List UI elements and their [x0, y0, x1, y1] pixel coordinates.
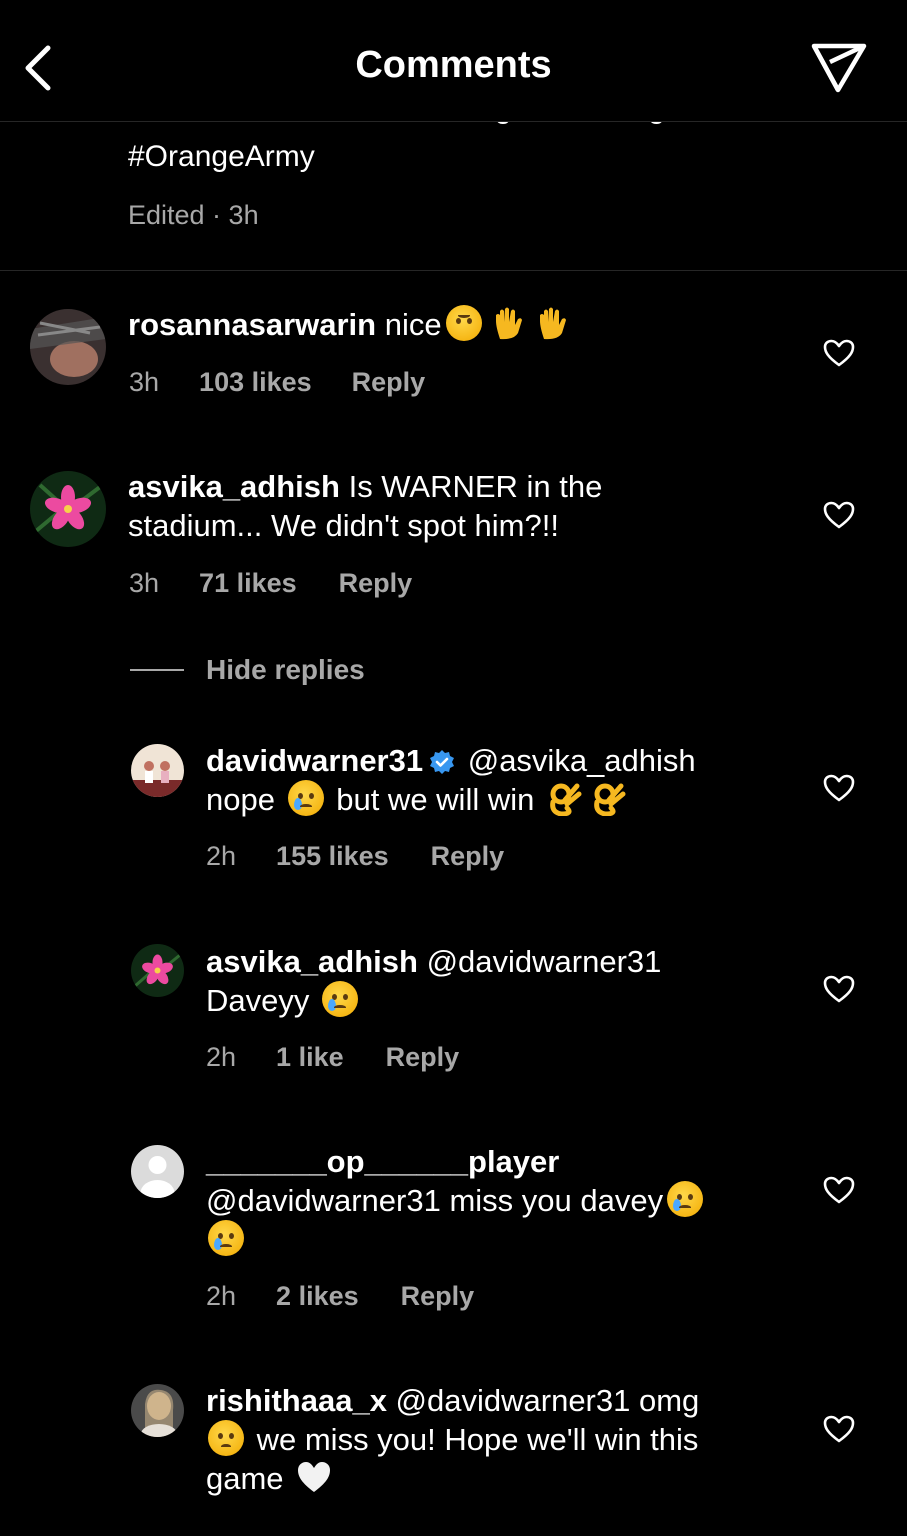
ok-hand-icon — [594, 783, 626, 816]
reply-text: davidwarner31 @asvika_adhish nope but we… — [206, 741, 786, 819]
reply-meta: 2h 1 like Reply — [206, 1042, 459, 1073]
reply-button[interactable]: Reply — [386, 1042, 460, 1073]
avatar[interactable] — [30, 471, 106, 547]
caption-line: #OrangeArmy — [128, 140, 315, 173]
mention-link[interactable]: @davidwarner31 — [387, 1383, 631, 1418]
comment-body: nice — [376, 307, 442, 342]
reply-button[interactable]: Reply — [401, 1281, 475, 1312]
edited-timestamp: Edited · 3h — [128, 200, 259, 230]
heart-outline-icon[interactable] — [822, 1175, 856, 1205]
reply-text: asvika_adhish @davidwarner31 Daveyy — [206, 942, 786, 1020]
reply-body: nope — [206, 782, 275, 817]
mention-link[interactable]: @asvika_adhish — [459, 743, 696, 778]
crying-face-icon — [667, 1181, 704, 1217]
reply-body: game — [206, 1461, 284, 1496]
reply-time: 2h — [206, 1281, 237, 1311]
upside-down-face-icon — [445, 305, 482, 341]
avatar[interactable] — [131, 744, 184, 797]
raised-hand-icon — [539, 307, 566, 340]
divider — [0, 270, 907, 271]
hide-replies-button[interactable]: Hide replies — [130, 654, 365, 686]
reply-text: _______op______player @davidwarner31 mis… — [206, 1142, 786, 1259]
likes-count[interactable]: 103 likes — [199, 367, 312, 398]
divider — [130, 669, 184, 671]
send-button[interactable] — [808, 40, 870, 96]
heart-outline-icon[interactable] — [822, 974, 856, 1004]
reply-meta: 2h 2 likes Reply — [206, 1281, 474, 1312]
raised-hand-icon — [495, 307, 522, 340]
comment-text: rosannasarwarin nice — [128, 305, 574, 344]
reply-text: rishithaaa_x @davidwarner31 omg we miss … — [206, 1381, 786, 1498]
reply-time: 2h — [206, 1042, 237, 1072]
heart-outline-icon[interactable] — [822, 773, 856, 803]
pleading-face-icon — [208, 1420, 244, 1456]
comment-meta: 3h 71 likes Reply — [129, 568, 412, 599]
avatar[interactable] — [131, 944, 184, 997]
ok-hand-icon — [550, 783, 582, 816]
send-icon — [811, 43, 867, 93]
username[interactable]: rishithaaa_x — [206, 1383, 387, 1418]
avatar[interactable] — [131, 1384, 184, 1437]
mention-link[interactable]: @davidwarner31 — [206, 1183, 441, 1218]
reply-body: Daveyy — [206, 983, 310, 1018]
reply-button[interactable]: Reply — [431, 841, 505, 872]
avatar[interactable] — [131, 1145, 184, 1198]
likes-count[interactable]: 2 likes — [276, 1281, 359, 1312]
reply-meta: 2h 155 likes Reply — [206, 841, 504, 872]
verified-badge-icon — [430, 750, 455, 774]
heart-outline-icon[interactable] — [822, 338, 856, 368]
likes-count[interactable]: 155 likes — [276, 841, 389, 872]
white-heart-icon — [298, 1462, 331, 1492]
reply-body: but we will win — [336, 782, 535, 817]
crying-face-icon — [287, 780, 324, 816]
page-title: Comments — [355, 44, 552, 86]
top-bar: Comments — [0, 0, 907, 122]
reply-body: we miss you! Hope we'll win this — [248, 1422, 699, 1457]
avatar[interactable] — [30, 309, 106, 385]
reply-body: omg — [630, 1383, 700, 1418]
comment-meta: 3h 103 likes Reply — [129, 367, 425, 398]
reply-button[interactable]: Reply — [339, 568, 413, 599]
username[interactable]: rosannasarwarin — [128, 307, 376, 342]
likes-count[interactable]: 1 like — [276, 1042, 344, 1073]
crying-face-icon — [322, 981, 358, 1017]
hide-replies-label: Hide replies — [206, 654, 365, 685]
comment-time: 3h — [129, 568, 160, 598]
mention-link[interactable]: @davidwarner31 — [418, 944, 662, 979]
username[interactable]: asvika_adhish — [128, 469, 340, 504]
likes-count[interactable]: 71 likes — [199, 568, 297, 599]
comment-text: asvika_adhish Is WARNER in the stadium..… — [128, 467, 688, 545]
heart-outline-icon[interactable] — [822, 500, 856, 530]
username[interactable]: asvika_adhish — [206, 944, 418, 979]
heart-outline-icon[interactable] — [822, 1414, 856, 1444]
reply-body: miss you davey — [440, 1183, 664, 1218]
reply-time: 2h — [206, 841, 237, 871]
reply-button[interactable]: Reply — [352, 367, 426, 398]
comment-time: 3h — [129, 367, 160, 397]
username[interactable]: davidwarner31 — [206, 743, 423, 778]
username[interactable]: _______op______player — [206, 1144, 559, 1179]
crying-face-icon — [208, 1220, 244, 1256]
